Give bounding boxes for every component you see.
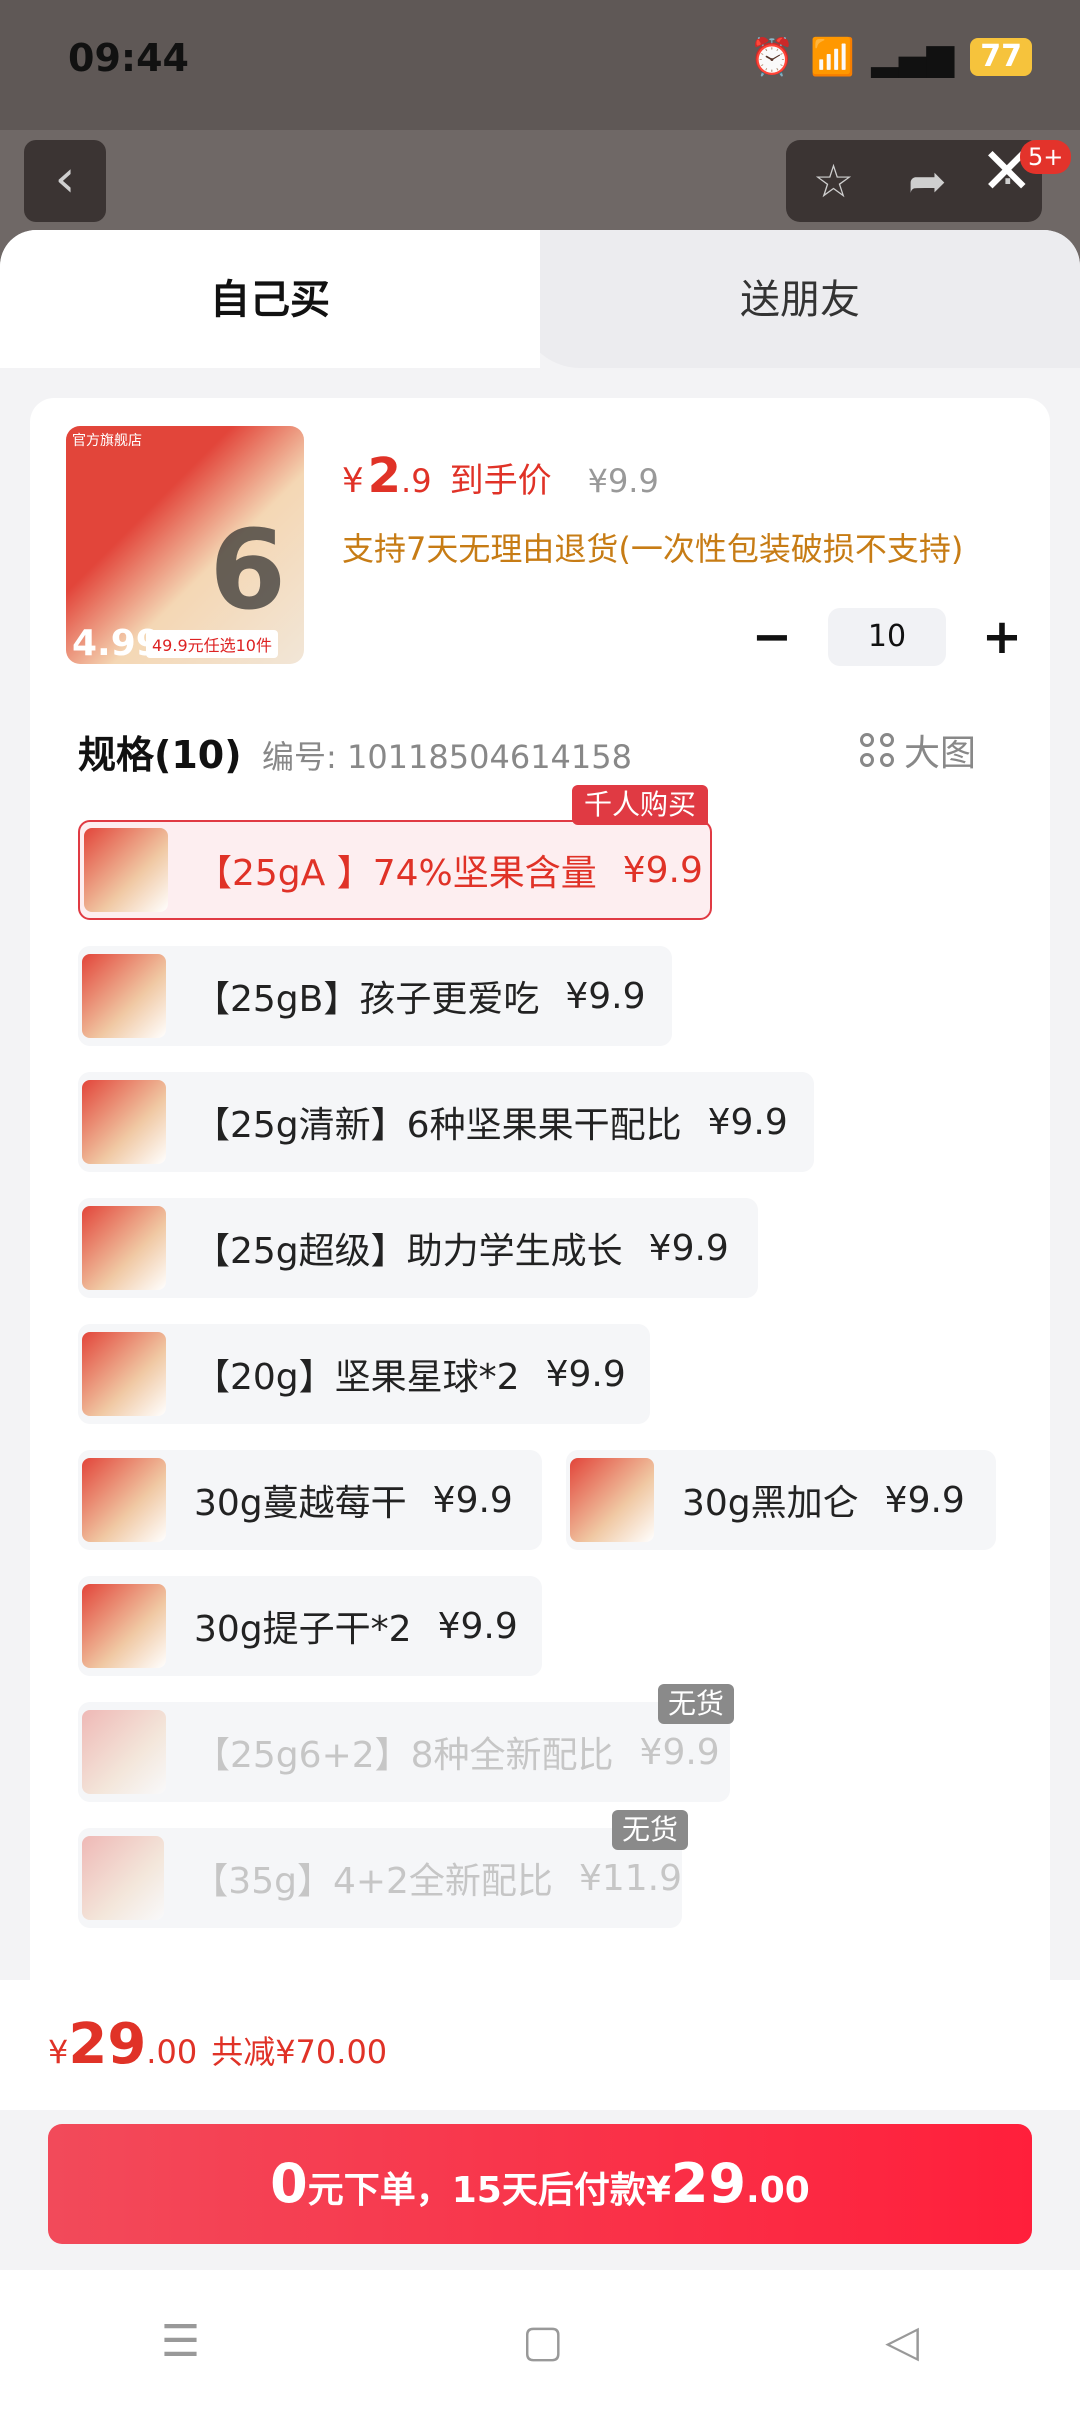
- big-image-label: 大图: [904, 733, 977, 774]
- spec-title: 规格(10): [78, 733, 242, 777]
- option-price: ¥9.9: [884, 1479, 965, 1521]
- option-5[interactable]: 30g蔓越莓干 ¥9.9: [78, 1450, 542, 1550]
- option-3[interactable]: 【25g超级】助力学生成长 ¥9.9: [78, 1198, 758, 1298]
- option-6[interactable]: 30g黑加仑 ¥9.9: [566, 1450, 996, 1550]
- status-icons: ⏰ 📶 ▂▄▆ 77: [750, 36, 1032, 78]
- spec-card: 官方旗舰店 6 4.99 49.9元任选10件 ¥ 2 .9 到手价 ¥9.9 …: [30, 398, 1050, 2018]
- out-of-stock-badge: 无货: [658, 1684, 735, 1724]
- price-dec: .9: [401, 462, 432, 500]
- price-label: 到手价: [449, 461, 552, 501]
- total-price: ¥ 29 .00 共减¥70.00: [48, 2012, 387, 2077]
- back-button[interactable]: ‹: [24, 140, 106, 222]
- total-dec: .00: [146, 2033, 198, 2071]
- alarm-icon: ⏰: [749, 37, 795, 78]
- pay-part2: 元下单，15天后付款¥: [307, 2170, 671, 2211]
- star-icon[interactable]: ☆: [813, 154, 854, 208]
- option-label: 30g蔓越莓干: [194, 1483, 407, 1524]
- back-icon[interactable]: ◁: [885, 2316, 919, 2367]
- option-price: ¥11.9: [578, 1857, 682, 1899]
- option-label: 【25gB】孩子更爱吃: [194, 979, 540, 1020]
- grid-icon: [860, 733, 894, 767]
- pay-later-button[interactable]: 0元下单，15天后付款¥29.00: [48, 2124, 1032, 2244]
- option-0[interactable]: 【25gA 】74%坚果含量 ¥9.9: [78, 820, 712, 920]
- returns-policy: 支持7天无理由退货(一次性包装破损不支持): [342, 530, 964, 568]
- quantity-input[interactable]: 10: [828, 608, 946, 666]
- option-price: ¥9.9: [648, 1227, 729, 1269]
- option-thumb: [82, 1206, 166, 1290]
- option-thumb: [570, 1458, 654, 1542]
- option-7[interactable]: 30g提子干*2 ¥9.9: [78, 1576, 542, 1676]
- image-number: 6: [209, 506, 286, 634]
- image-promo-strip: 49.9元任选10件: [146, 630, 278, 658]
- tab-self[interactable]: 自己买: [0, 230, 540, 368]
- share-icon[interactable]: ➦: [908, 154, 947, 208]
- total-int: 29: [68, 2012, 147, 2077]
- original-price: ¥9.9: [587, 462, 659, 500]
- option-4[interactable]: 【20g】坚果星球*2 ¥9.9: [78, 1324, 650, 1424]
- quantity-stepper: − 10 +: [750, 608, 1024, 666]
- option-label: 【35g】4+2全新配比: [192, 1861, 553, 1902]
- spec-code: 编号: 10118504614158: [262, 738, 632, 776]
- status-time: 09:44: [68, 36, 189, 80]
- home-icon[interactable]: ▢: [522, 2316, 564, 2367]
- big-image-button[interactable]: 大图: [860, 724, 976, 776]
- option-thumb: [82, 1584, 166, 1668]
- option-1[interactable]: 【25gB】孩子更爱吃 ¥9.9: [78, 946, 672, 1046]
- option-thumb: [84, 828, 168, 912]
- price-currency: ¥: [342, 461, 364, 501]
- notification-badge: 5+: [1020, 140, 1072, 174]
- price-line: ¥ 2 .9 到手价 ¥9.9: [342, 448, 659, 504]
- out-of-stock-badge: 无货: [612, 1810, 689, 1850]
- system-nav-bar: ☰ ▢ ◁: [0, 2270, 1080, 2412]
- option-label: 【25g清新】6种坚果果干配比: [194, 1105, 682, 1146]
- option-label: 30g黑加仑: [682, 1483, 859, 1524]
- option-price: ¥9.9: [545, 1353, 626, 1395]
- option-thumb: [82, 1080, 166, 1164]
- total-saving: 共减¥70.00: [211, 2033, 388, 2071]
- option-label: 【25gA 】74%坚果含量: [196, 853, 597, 894]
- minus-button[interactable]: −: [750, 609, 794, 665]
- image-store-tag: 官方旗舰店: [72, 433, 142, 449]
- price-int: 2: [367, 448, 402, 504]
- option-thumb: [82, 1710, 166, 1794]
- option-thumb: [82, 954, 166, 1038]
- option-price: ¥9.9: [565, 975, 646, 1017]
- tab-gift[interactable]: 送朋友: [520, 230, 1080, 368]
- pay-part3: 29: [670, 2152, 747, 2215]
- option-label: 30g提子干*2: [194, 1609, 412, 1650]
- pay-part1: 0: [270, 2152, 308, 2215]
- battery-icon: 77: [970, 38, 1032, 76]
- option-thumb: [82, 1836, 165, 1920]
- total-currency: ¥: [48, 2033, 69, 2071]
- product-image[interactable]: 官方旗舰店 6 4.99 49.9元任选10件: [66, 426, 304, 664]
- plus-button[interactable]: +: [980, 609, 1024, 665]
- signal-icon: ▂▄▆: [871, 36, 955, 78]
- option-price: ¥9.9: [639, 1731, 720, 1773]
- option-price: ¥9.9: [432, 1479, 513, 1521]
- option-badge: 千人购买: [572, 785, 709, 825]
- option-price: ¥9.9: [707, 1101, 788, 1143]
- option-label: 【25g超级】助力学生成长: [194, 1231, 623, 1272]
- wifi-icon: 📶: [810, 37, 856, 78]
- option-label: 【20g】坚果星球*2: [194, 1357, 520, 1398]
- option-2[interactable]: 【25g清新】6种坚果果干配比 ¥9.9: [78, 1072, 814, 1172]
- option-thumb: [82, 1458, 166, 1542]
- option-thumb: [82, 1332, 166, 1416]
- menu-icon[interactable]: ☰: [161, 2316, 200, 2367]
- pay-part4: .00: [746, 2170, 810, 2211]
- chevron-left-icon: ‹: [54, 149, 76, 209]
- option-price: ¥9.9: [437, 1605, 518, 1647]
- option-8[interactable]: 【25g6+2】8种全新配比 ¥9.9: [78, 1702, 730, 1802]
- option-9[interactable]: 【35g】4+2全新配比 ¥11.9: [78, 1828, 682, 1928]
- option-label: 【25g6+2】8种全新配比: [194, 1735, 614, 1776]
- option-price: ¥9.9: [622, 849, 703, 891]
